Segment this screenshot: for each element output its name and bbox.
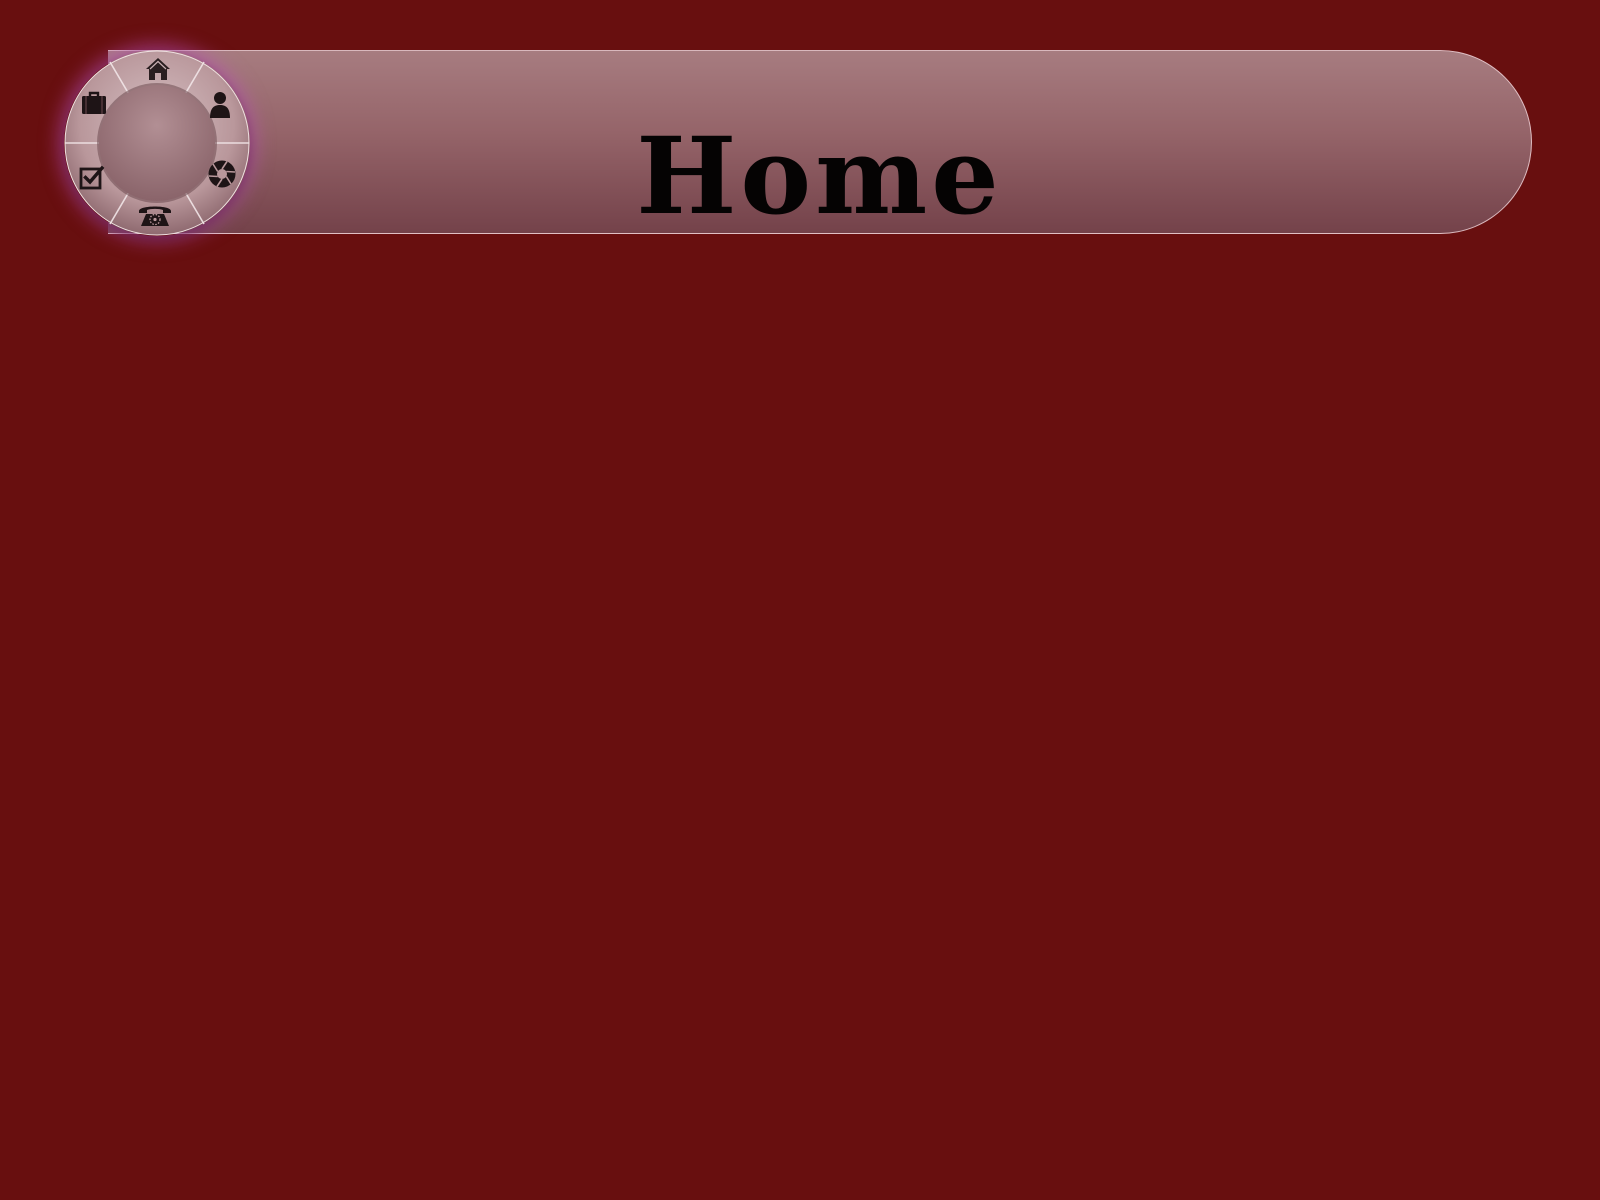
aperture-icon	[208, 160, 236, 188]
wheel-work-button[interactable]	[77, 86, 111, 120]
wheel-user-button[interactable]	[203, 88, 237, 122]
user-icon	[210, 92, 230, 118]
wheel-home-button[interactable]	[141, 52, 175, 86]
wheel-camera-button[interactable]	[205, 157, 239, 191]
nav-wheel	[64, 50, 250, 236]
checkbox-icon	[79, 165, 105, 190]
wheel-phone-button[interactable]	[136, 198, 174, 232]
page-title: Home	[636, 113, 1003, 238]
home-icon	[146, 58, 170, 80]
wheel-center-button[interactable]	[98, 84, 216, 202]
briefcase-icon	[82, 91, 106, 114]
wheel-tasks-button[interactable]	[75, 160, 109, 194]
telephone-icon	[139, 206, 171, 226]
header-bar: Home	[108, 50, 1532, 234]
